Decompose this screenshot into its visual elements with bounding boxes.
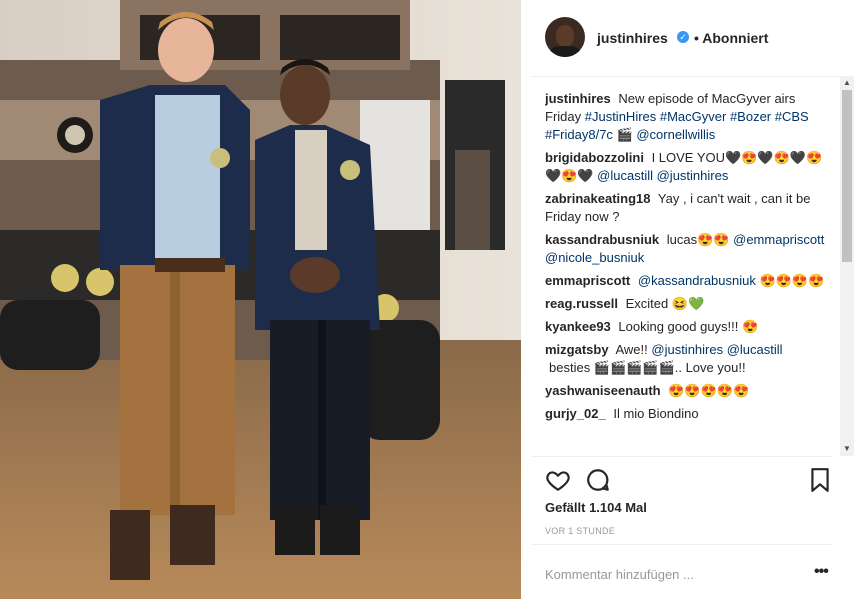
scroll-down-icon[interactable]: ▼ xyxy=(840,442,854,456)
comment-text: 😍😍😍😍😍 xyxy=(668,383,750,398)
comment-item: brigidabozzolini I LOVE YOU🖤😍🖤😍🖤😍🖤😍🖤 @lu… xyxy=(545,149,835,185)
comment-tags[interactable]: #JustinHires #MacGyver #Bozer #CBS #Frid… xyxy=(545,109,809,142)
comment-item: zabrinakeating18 Yay , i can't wait , ca… xyxy=(545,190,835,226)
post-photo[interactable] xyxy=(0,0,521,599)
comment-username[interactable]: kyankee93 xyxy=(545,319,611,334)
author-username[interactable]: justinhires xyxy=(597,30,668,46)
post-header: justinhires ✓ • Abonniert xyxy=(531,0,841,77)
comment-username[interactable]: kassandrabusniuk xyxy=(545,232,659,247)
comment-username[interactable]: zabrinakeating18 xyxy=(545,191,651,206)
heart-icon[interactable] xyxy=(545,467,571,493)
scrollbar-thumb[interactable] xyxy=(842,90,852,262)
comments-scrollbar[interactable]: ▲ ▼ xyxy=(840,76,854,456)
scroll-up-icon[interactable]: ▲ xyxy=(840,76,854,90)
verified-icon: ✓ xyxy=(677,31,689,43)
post-sidebar: justinhires ✓ • Abonniert justinhires Ne… xyxy=(521,0,854,599)
more-options-icon[interactable]: ••• xyxy=(814,563,829,581)
comment-tags[interactable]: @kassandrabusniuk 😍😍😍😍 xyxy=(638,273,824,288)
comment-item: yashwaniseenauth 😍😍😍😍😍 xyxy=(545,382,835,400)
comments-list: justinhires New episode of MacGyver airs… xyxy=(545,90,835,454)
post-image xyxy=(0,0,521,599)
comment-text: Looking good guys!!! 😍 xyxy=(618,319,759,334)
comment-text: Awe!! xyxy=(615,342,652,357)
comment-username[interactable]: gurjy_02_ xyxy=(545,406,606,421)
comment-item: kyankee93 Looking good guys!!! 😍 xyxy=(545,318,835,336)
comment-item: gurjy_02_ Il mio Biondino xyxy=(545,405,835,423)
comment-username[interactable]: brigidabozzolini xyxy=(545,150,644,165)
comment-input[interactable]: Kommentar hinzufügen ... xyxy=(545,567,694,582)
like-count[interactable]: Gefällt 1.104 Mal xyxy=(545,500,647,515)
comment-tags[interactable]: @justinhires @lucastill xyxy=(651,342,782,357)
avatar[interactable] xyxy=(545,17,585,57)
comment-item: justinhires New episode of MacGyver airs… xyxy=(545,90,835,144)
bookmark-icon[interactable] xyxy=(807,467,833,493)
post-actions xyxy=(531,456,831,497)
comment-item: reag.russell Excited 😆💚 xyxy=(545,295,835,313)
comment-username[interactable]: emmapriscott xyxy=(545,273,630,288)
post-timestamp: VOR 1 STUNDE xyxy=(545,526,616,536)
comment-username[interactable]: reag.russell xyxy=(545,296,618,311)
comment-text: lucas😍😍 xyxy=(666,232,734,247)
comment-icon[interactable] xyxy=(585,467,611,493)
follow-status[interactable]: • Abonniert xyxy=(694,30,768,46)
avatar-shirt xyxy=(549,46,581,57)
add-comment-bar: Kommentar hinzufügen ... ••• xyxy=(531,544,831,600)
comment-item: mizgatsby Awe!! @justinhires @lucastill xyxy=(545,341,835,359)
comment-item: emmapriscott @kassandrabusniuk 😍😍😍😍 xyxy=(545,272,835,290)
comment-text: Il mio Biondino xyxy=(613,406,699,421)
comment-tags[interactable]: @lucastill @justinhires xyxy=(597,168,728,183)
comment-username[interactable]: mizgatsby xyxy=(545,342,609,357)
comment-username[interactable]: justinhires xyxy=(545,91,611,106)
avatar-face xyxy=(556,25,574,47)
comment-text: besties 🎬🎬🎬🎬🎬.. Love you!! xyxy=(549,360,746,375)
comment-username[interactable]: yashwaniseenauth xyxy=(545,383,661,398)
comment-item: besties 🎬🎬🎬🎬🎬.. Love you!! xyxy=(545,359,835,377)
comment-text: Excited 😆💚 xyxy=(625,296,705,311)
comment-item: kassandrabusniuk lucas😍😍 @emmapriscott @… xyxy=(545,231,835,267)
